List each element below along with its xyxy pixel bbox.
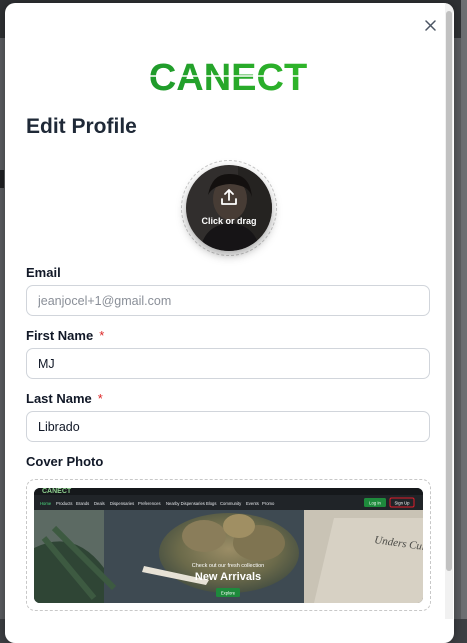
last-name-label-text: Last Name [26,391,92,406]
page-title: Edit Profile [26,115,137,138]
preview-nav-item: Community [220,501,242,506]
upload-icon [221,189,237,205]
preview-nav-item: Products [56,501,73,506]
preview-nav-item: Brands [76,501,89,506]
cover-photo-label: Cover Photo [26,454,104,469]
modal-scrollbar-thumb[interactable] [446,11,452,571]
avatar: Click or drag [186,165,272,251]
preview-nav-item: Home [40,501,52,506]
edit-profile-modal: CANECT Edit Profile Click or drag Email … [5,3,454,643]
preview-nav-item: Blogs [206,501,216,506]
preview-login-button: Log In [369,501,381,506]
last-name-field[interactable] [26,411,430,442]
first-name-label-text: First Name [26,328,94,343]
avatar-upload-hint: Click or drag [201,216,257,226]
preview-explore-button: Explore [221,591,236,596]
email-label: Email [26,265,61,280]
background-element [0,170,4,188]
preview-site-logo: CANECT [42,488,72,495]
close-button[interactable] [420,15,440,35]
cover-photo-upload[interactable]: CANECT Home Products Brands Deals Dispen… [26,479,431,611]
last-name-label: Last Name * [26,391,103,406]
canect-logo: CANECT [143,57,313,100]
cover-photo-preview: CANECT Home Products Brands Deals Dispen… [34,488,423,603]
preview-nav-item: Dispensaries [110,501,134,506]
close-icon [424,19,436,31]
preview-nav-item: Promo [262,501,275,506]
cover-photo-image: CANECT Home Products Brands Deals Dispen… [34,488,423,603]
required-marker: * [99,328,105,343]
avatar-photo [186,165,272,251]
preview-tagline: Check out our fresh collection [192,563,264,569]
preview-nav-item: Events [246,501,259,506]
preview-nav-item: Preferences [138,501,161,506]
preview-headline: New Arrivals [195,571,261,583]
email-field[interactable] [26,285,430,316]
avatar-upload[interactable]: Click or drag [181,160,277,256]
first-name-label: First Name * [26,328,104,343]
background-scrollbar [461,0,467,619]
preview-nav-item: Nearby Dispensaries [166,501,205,506]
first-name-field[interactable] [26,348,430,379]
required-marker: * [97,391,103,406]
preview-signup-button: Sign Up [395,501,411,506]
preview-nav-item: Deals [94,501,105,506]
